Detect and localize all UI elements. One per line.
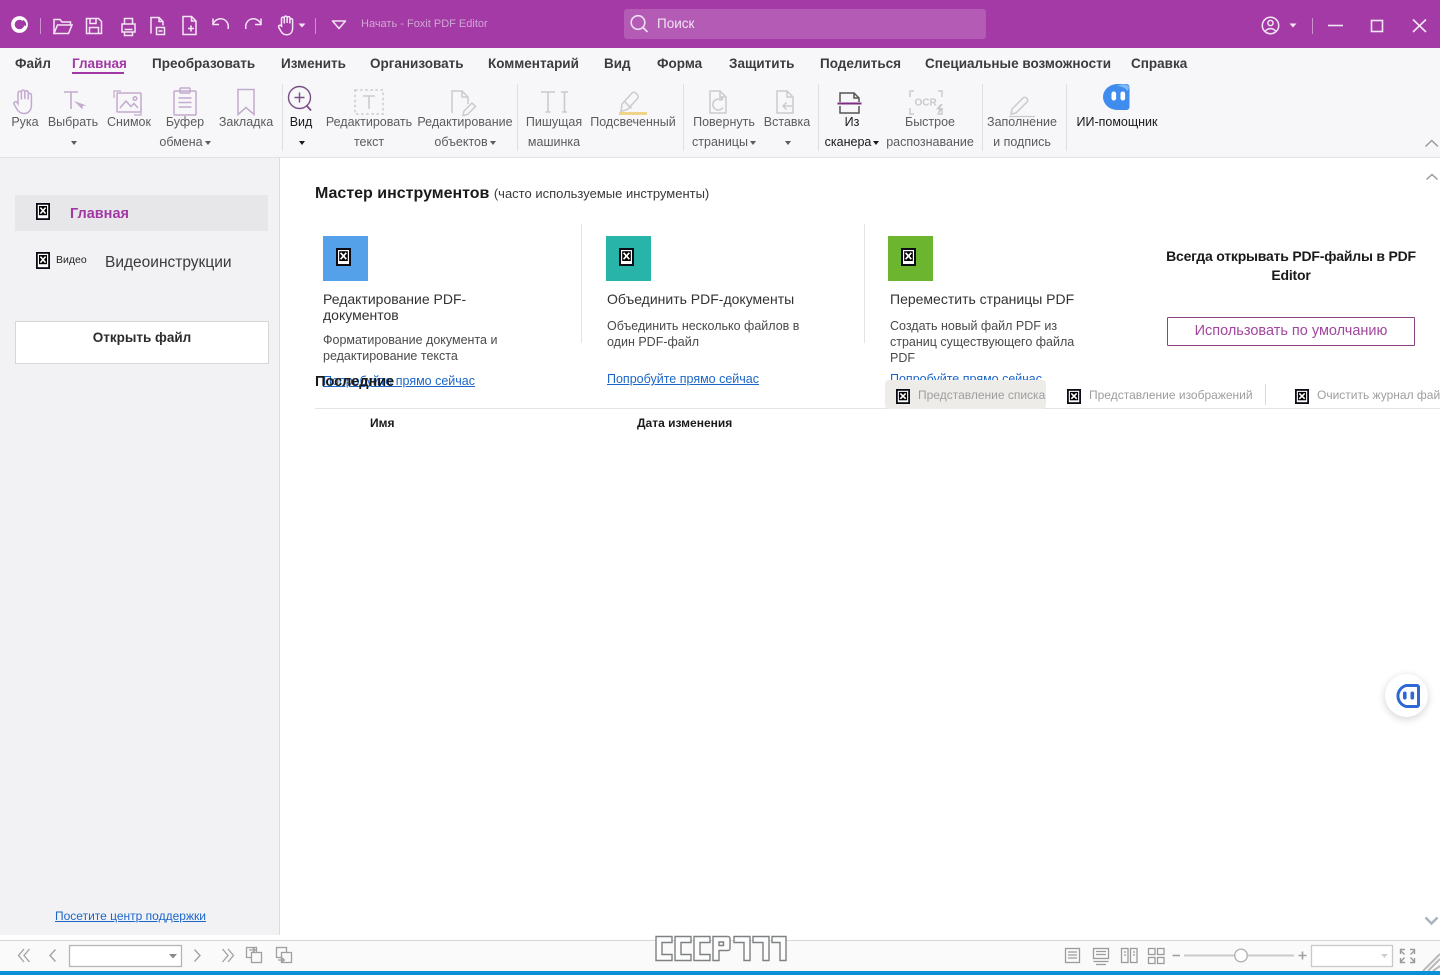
svg-text:OCR: OCR [915, 98, 938, 109]
